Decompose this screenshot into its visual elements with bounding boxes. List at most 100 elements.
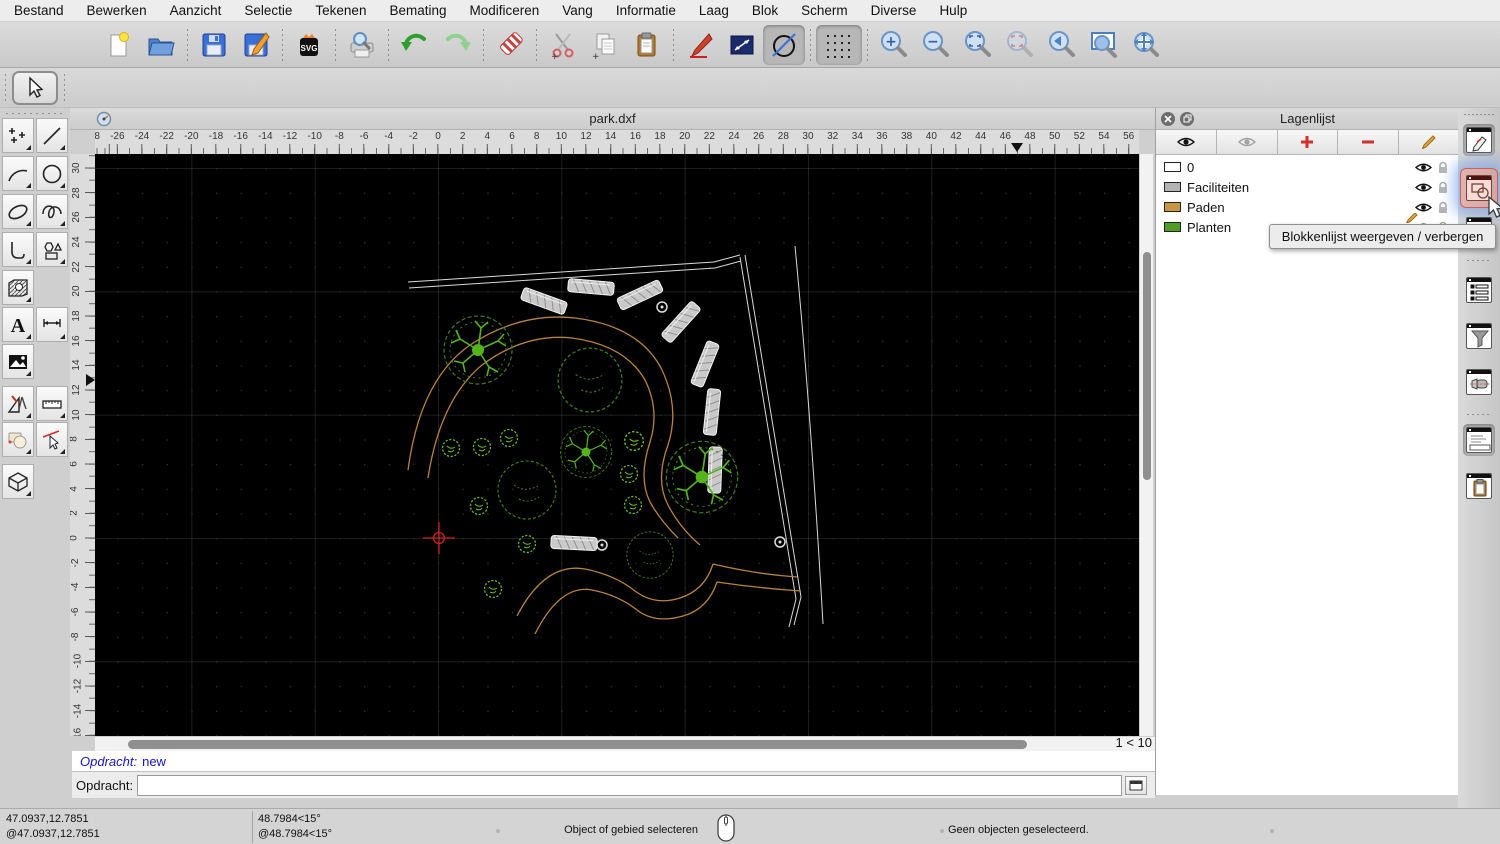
circle-tool-button[interactable] — [36, 156, 68, 191]
command-input[interactable] — [137, 774, 1123, 796]
menu-blok[interactable]: Blok — [752, 3, 778, 18]
selection-tool-button[interactable] — [12, 71, 58, 105]
point-tool-button[interactable] — [2, 118, 34, 153]
draw-pencil-button[interactable] — [679, 25, 721, 65]
copy-button[interactable]: + — [584, 25, 626, 65]
measure-button[interactable] — [721, 25, 763, 65]
add-layer-button[interactable] — [1277, 130, 1339, 154]
zoom-out-button[interactable]: − — [915, 25, 957, 65]
toolbar-separator — [388, 28, 389, 61]
vertical-scrollbar-thumb[interactable] — [1143, 252, 1151, 480]
ruler-label: -26 — [110, 131, 125, 142]
command-popup-button[interactable] — [1125, 775, 1148, 795]
panel-header: Lagenlijst — [1156, 108, 1459, 130]
cut-button[interactable]: + — [542, 25, 584, 65]
misc-draw-tool-button[interactable] — [2, 386, 34, 421]
trim-tool-button[interactable] — [36, 422, 68, 457]
toolbar-separator — [536, 28, 537, 61]
dimension-tool-button[interactable] — [36, 307, 68, 342]
menu-bestand[interactable]: Bestand — [14, 3, 64, 18]
ruler-label: 48 — [1024, 131, 1036, 142]
layer-visibility-eye-icon[interactable] — [1413, 202, 1433, 213]
panel-float-button[interactable] — [1180, 111, 1194, 126]
layer-lock-icon[interactable] — [1433, 161, 1453, 174]
shape-tool-button[interactable] — [36, 232, 68, 267]
layer-visibility-eye-icon[interactable] — [1413, 182, 1433, 193]
redo-button[interactable] — [436, 25, 478, 65]
grid-toggle-button[interactable] — [816, 24, 862, 65]
zoom-window-button[interactable] — [1083, 25, 1125, 65]
show-all-layers-button[interactable] — [1156, 130, 1217, 154]
menu-scherm[interactable]: Scherm — [801, 3, 848, 18]
hide-all-layers-button[interactable] — [1216, 130, 1278, 154]
vertical-scrollbar[interactable] — [1139, 154, 1153, 736]
menu-selectie[interactable]: Selectie — [244, 3, 292, 18]
property-editor-button[interactable] — [1463, 124, 1495, 156]
menu-tekenen[interactable]: Tekenen — [315, 3, 366, 18]
text-tool-button[interactable]: A — [2, 307, 34, 342]
save-as-button[interactable] — [235, 25, 277, 65]
property-editor-icon — [1466, 127, 1492, 153]
eraser-button[interactable] — [489, 25, 531, 65]
ruler-tool-button[interactable] — [36, 386, 68, 421]
pan-button[interactable] — [1125, 25, 1167, 65]
edit-layer-button[interactable] — [1399, 130, 1459, 154]
coordinate-relative: @47.0937,12.7851 — [6, 828, 100, 840]
toolbar-separator — [673, 28, 674, 61]
selection-filter-button[interactable] — [1463, 320, 1495, 352]
ruler-label: -12 — [282, 131, 298, 142]
menu-modificeren[interactable]: Modificeren — [470, 3, 540, 18]
horizontal-scrollbar[interactable] — [95, 736, 1155, 751]
menu-aanzicht[interactable]: Aanzicht — [170, 3, 222, 18]
layer-color-swatch — [1164, 182, 1181, 192]
ruler-label: -4 — [70, 582, 81, 592]
ruler-label: 50 — [1049, 131, 1061, 142]
drawing-canvas[interactable] — [95, 154, 1139, 736]
undo-button[interactable] — [394, 25, 436, 65]
previous-view-button[interactable] — [1041, 25, 1083, 65]
menu-vang[interactable]: Vang — [562, 3, 593, 18]
spline-tool-button[interactable] — [36, 194, 68, 229]
menu-informatie[interactable]: Informatie — [616, 3, 676, 18]
layer-row-0[interactable]: 0 — [1156, 157, 1459, 177]
image-tool-button[interactable] — [2, 344, 34, 379]
new-file-button[interactable] — [98, 25, 140, 65]
arc-tool-button[interactable] — [2, 156, 34, 191]
command-line-button[interactable] — [1463, 424, 1495, 456]
zoom-selection-button[interactable] — [999, 25, 1041, 65]
ruler-label: 32 — [827, 131, 839, 142]
layer-visibility-eye-icon[interactable] — [1413, 162, 1433, 173]
save-button[interactable] — [193, 25, 235, 65]
print-preview-button[interactable] — [341, 25, 383, 65]
zoom-in-button[interactable]: + — [873, 25, 915, 65]
viewport-tool-button[interactable] — [1463, 366, 1495, 398]
hatch-tool-button[interactable] — [2, 270, 34, 305]
3d-tool-button[interactable] — [2, 464, 34, 499]
menu-bewerken[interactable]: Bewerken — [87, 3, 147, 18]
panel-close-button[interactable] — [1161, 111, 1175, 126]
modify-tool-button[interactable] — [2, 422, 34, 457]
remove-layer-button[interactable] — [1338, 130, 1400, 154]
line-tool-button[interactable] — [36, 118, 68, 153]
menu-diverse[interactable]: Diverse — [871, 3, 917, 18]
clipboard-panel-button[interactable] — [1463, 470, 1495, 502]
auto-zoom-button[interactable] — [957, 25, 999, 65]
horizontal-scrollbar-thumb[interactable] — [128, 740, 1027, 749]
layer-lock-icon[interactable] — [1433, 181, 1453, 194]
svg-export-button[interactable]: SVG — [288, 25, 330, 65]
list-view-button[interactable] — [1463, 274, 1495, 306]
polyline-tool-button[interactable] — [2, 232, 34, 267]
ruler-label: 2 — [70, 511, 79, 517]
layer-row-faciliteiten[interactable]: Faciliteiten — [1156, 177, 1459, 197]
layer-lock-icon[interactable] — [1433, 201, 1453, 214]
paste-button[interactable] — [626, 25, 668, 65]
open-file-button[interactable] — [140, 25, 182, 65]
menu-hulp[interactable]: Hulp — [939, 3, 967, 18]
menu-laag[interactable]: Laag — [699, 3, 729, 18]
menu-bemating[interactable]: Bemating — [389, 3, 446, 18]
park-drawing — [95, 154, 1139, 736]
ellipse-tool-button[interactable] — [2, 194, 34, 229]
restrict-angle-button[interactable] — [763, 24, 805, 65]
ruler-label: 30 — [802, 131, 814, 142]
float-icon — [1183, 114, 1191, 123]
